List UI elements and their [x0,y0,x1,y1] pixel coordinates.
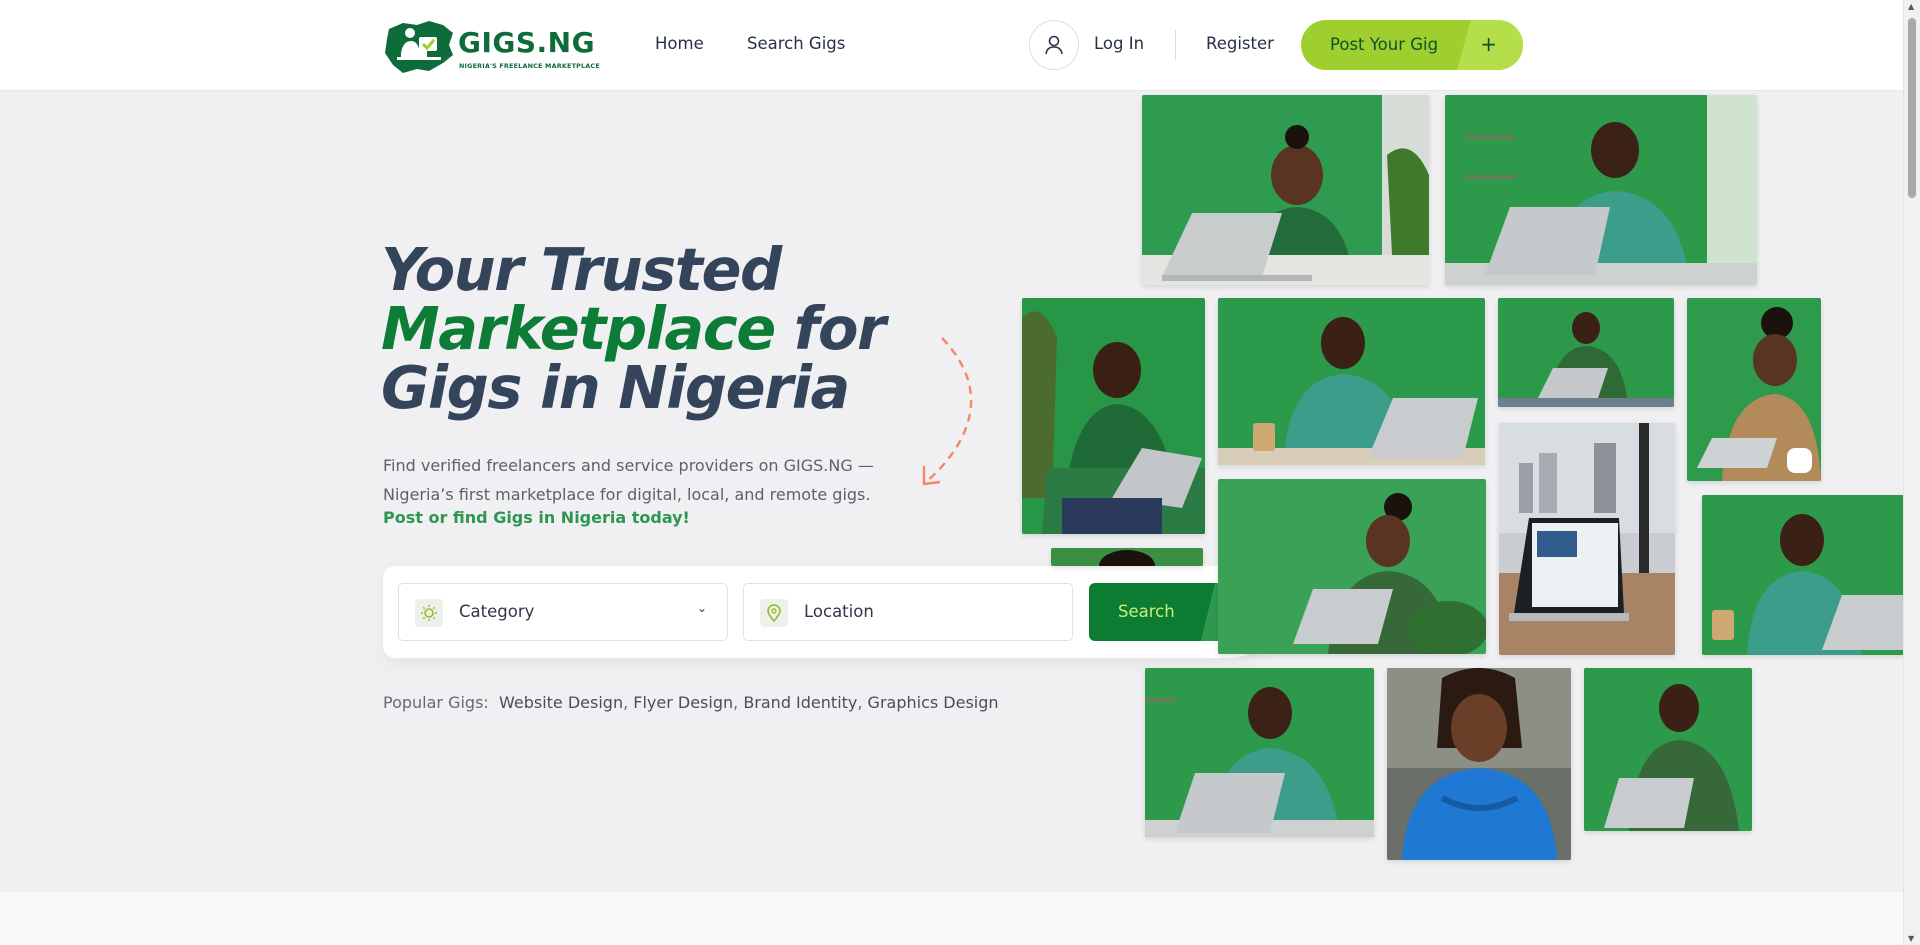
nav-home[interactable]: Home [655,34,704,53]
freelancer-photo [1445,95,1757,285]
header-divider [1175,30,1176,60]
user-icon [1045,35,1063,55]
freelancer-photo [1218,479,1486,654]
freelancer-photo [1145,668,1374,837]
scroll-down-arrow-icon[interactable]: ▼ [1908,934,1914,943]
post-your-gig-button[interactable]: Post Your Gig + [1301,20,1523,70]
freelancer-photo [1218,298,1485,465]
site-header: GIGS.NG NIGERIA'S FREELANCE MARKETPLACE … [0,0,1904,91]
popular-gig-link[interactable]: Brand Identity [743,693,857,712]
popular-gigs: Popular Gigs: Website Design, Flyer Desi… [383,693,999,712]
freelancer-photo [1687,298,1821,481]
search-bar: Category ⌄ Location Search [383,566,1276,658]
register-link[interactable]: Register [1206,34,1274,53]
category-label: Category [459,602,535,621]
freelancer-photo [1702,495,1904,655]
scroll-up-arrow-icon[interactable]: ▲ [1908,2,1914,11]
freelancer-photo [1584,668,1752,831]
scrollbar-thumb[interactable] [1908,18,1916,198]
popular-gig-link[interactable]: Website Design [499,693,623,712]
popular-gigs-label: Popular Gigs: [383,693,489,712]
user-account-button[interactable] [1029,20,1079,70]
page-scrollbar[interactable]: ▲ ▼ [1903,0,1920,945]
freelancer-photo [1498,298,1674,407]
workspace-photo [1499,423,1675,655]
logo-tagline: NIGERIA'S FREELANCE MARKETPLACE [459,62,600,70]
logo-wordmark: GIGS.NG [458,26,596,59]
chevron-down-icon: ⌄ [696,601,707,615]
hero-description: Find verified freelancers and service pr… [383,456,874,504]
freelancer-photo [1142,95,1429,285]
location-label: Location [804,602,874,621]
category-select[interactable]: Category ⌄ [398,583,728,641]
login-link[interactable]: Log In [1094,34,1144,53]
freelancer-photo [1051,548,1203,566]
post-gig-label: Post Your Gig [1330,35,1439,54]
nigeria-map-logo-icon [385,21,453,73]
freelancer-photo [1022,298,1205,534]
next-section-background [0,892,1904,945]
hero-title-line3: Gigs in Nigeria [381,353,850,422]
curved-arrow-decoration-icon [922,337,973,486]
freelancer-photo [1387,668,1571,860]
nav-search-gigs[interactable]: Search Gigs [747,34,845,53]
plus-icon: + [1480,32,1497,56]
search-button-label: Search [1118,602,1175,621]
popular-gig-link[interactable]: Flyer Design [633,693,733,712]
hero-title: Your Trusted Marketplace for Gigs in Nig… [381,240,886,417]
site-logo[interactable]: GIGS.NG NIGERIA'S FREELANCE MARKETPLACE [383,18,600,74]
hero-cta-text: Post or find Gigs in Nigeria today! [383,508,690,527]
map-pin-icon [760,599,788,627]
lightbulb-icon [415,599,443,627]
popular-gig-link[interactable]: Graphics Design [868,693,999,712]
location-input[interactable]: Location [743,583,1073,641]
